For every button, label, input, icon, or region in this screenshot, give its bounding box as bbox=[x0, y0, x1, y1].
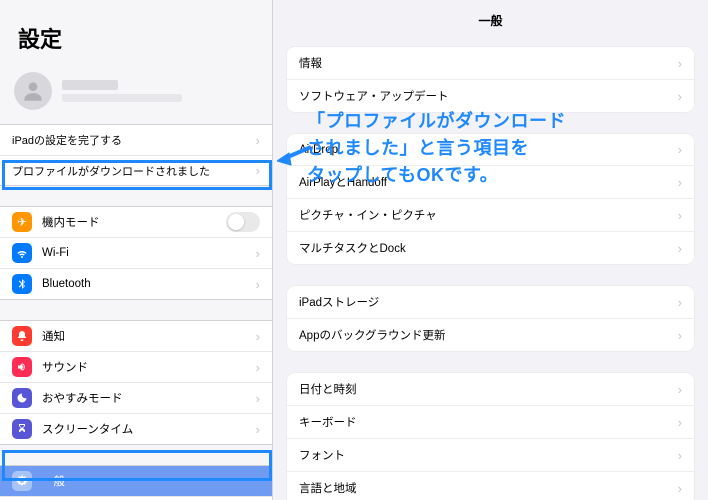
storage-row[interactable]: iPadストレージ› bbox=[287, 286, 694, 318]
bg-refresh-row[interactable]: Appのバックグラウンド更新› bbox=[287, 318, 694, 351]
notifications-row[interactable]: 通知 › bbox=[0, 321, 272, 351]
chevron-right-icon: › bbox=[256, 360, 260, 375]
hourglass-icon bbox=[12, 419, 32, 439]
chevron-right-icon: › bbox=[678, 382, 682, 397]
chevron-right-icon: › bbox=[678, 241, 682, 256]
chevron-right-icon: › bbox=[678, 142, 682, 157]
chevron-right-icon: › bbox=[256, 329, 260, 344]
pip-row[interactable]: ピクチャ・イン・ピクチャ› bbox=[287, 198, 694, 231]
account-row[interactable] bbox=[0, 64, 272, 124]
bluetooth-icon bbox=[12, 274, 32, 294]
airplane-mode-row[interactable]: ✈ 機内モード bbox=[0, 207, 272, 237]
date-time-row[interactable]: 日付と時刻› bbox=[287, 373, 694, 405]
chevron-right-icon: › bbox=[256, 163, 260, 178]
bluetooth-row[interactable]: Bluetooth › bbox=[0, 268, 272, 299]
chevron-right-icon: › bbox=[256, 422, 260, 437]
chevron-right-icon: › bbox=[256, 133, 260, 148]
chevron-right-icon: › bbox=[256, 391, 260, 406]
bell-icon bbox=[12, 326, 32, 346]
chevron-right-icon: › bbox=[256, 246, 260, 261]
detail-pane: 一般 情報› ソフトウェア・アップデート› AirDrop› AirPlayとH… bbox=[273, 0, 708, 500]
chevron-right-icon: › bbox=[678, 56, 682, 71]
gear-icon bbox=[12, 471, 32, 491]
arrow-icon bbox=[277, 143, 313, 172]
chevron-right-icon: › bbox=[678, 208, 682, 223]
control-center-row[interactable]: コントロールセンター › bbox=[0, 496, 272, 500]
sounds-row[interactable]: サウンド › bbox=[0, 351, 272, 382]
settings-title: 設定 bbox=[0, 8, 272, 64]
detail-title: 一般 bbox=[273, 0, 708, 47]
wifi-row[interactable]: Wi-Fi › bbox=[0, 237, 272, 268]
airplane-icon: ✈ bbox=[12, 212, 32, 232]
speaker-icon bbox=[12, 357, 32, 377]
font-row[interactable]: フォント› bbox=[287, 438, 694, 471]
chevron-right-icon: › bbox=[678, 415, 682, 430]
avatar bbox=[14, 72, 52, 110]
chevron-right-icon: › bbox=[678, 89, 682, 104]
chevron-right-icon: › bbox=[678, 328, 682, 343]
moon-icon bbox=[12, 388, 32, 408]
sidebar: 設定 iPadの設定を完了する › プロファイルがダウンロードされました › ✈… bbox=[0, 0, 273, 500]
keyboard-row[interactable]: キーボード› bbox=[287, 405, 694, 438]
account-redacted bbox=[62, 80, 182, 102]
chevron-right-icon: › bbox=[678, 448, 682, 463]
chevron-right-icon: › bbox=[678, 295, 682, 310]
language-row[interactable]: 言語と地域› bbox=[287, 471, 694, 500]
finish-setup-row[interactable]: iPadの設定を完了する › bbox=[0, 125, 272, 155]
screentime-row[interactable]: スクリーンタイム › bbox=[0, 413, 272, 444]
profile-downloaded-row[interactable]: プロファイルがダウンロードされました › bbox=[0, 155, 272, 185]
chevron-right-icon: › bbox=[256, 277, 260, 292]
airplane-toggle[interactable] bbox=[226, 212, 260, 232]
about-row[interactable]: 情報› bbox=[287, 47, 694, 79]
chevron-right-icon: › bbox=[678, 481, 682, 496]
chevron-right-icon: › bbox=[678, 175, 682, 190]
general-row[interactable]: 一般 bbox=[0, 466, 272, 496]
callout-text: 「プロファイルがダウンロード されました」と言う項目を タップしてもOKです。 bbox=[307, 108, 566, 189]
dnd-row[interactable]: おやすみモード › bbox=[0, 382, 272, 413]
wifi-icon bbox=[12, 243, 32, 263]
multitask-row[interactable]: マルチタスクとDock› bbox=[287, 231, 694, 264]
